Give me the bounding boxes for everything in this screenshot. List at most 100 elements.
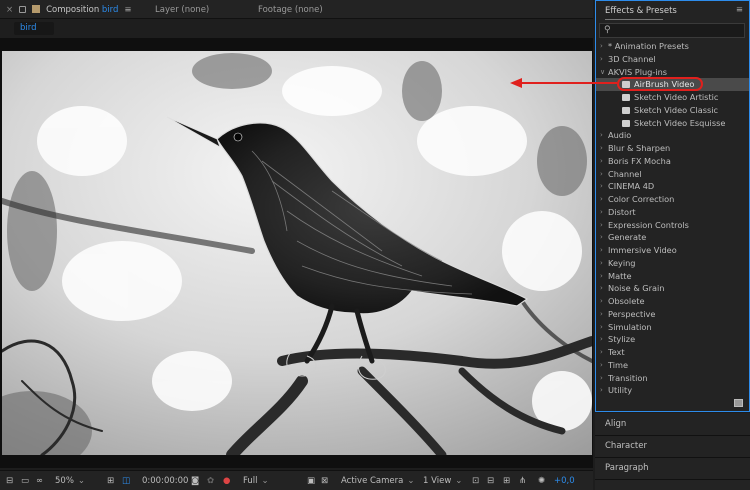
tab-composition[interactable]: × Composition bird ≡ [6,4,132,20]
effect-category[interactable]: › Channel [596,168,749,181]
chevron-right-icon[interactable]: › [600,206,603,219]
effect-label: Channel [608,168,642,179]
effects-search-input[interactable]: ⚲ [599,23,745,38]
panel-character[interactable]: Character [605,441,647,451]
chevron-right-icon[interactable]: › [600,372,603,385]
effect-label: Time [608,359,629,370]
view-layout-dropdown[interactable]: 1 View [423,475,462,487]
chevron-right-icon[interactable]: › [600,231,603,244]
mask-visibility-icon[interactable]: ◫ [122,475,130,487]
composition-viewer[interactable] [0,38,593,468]
timecode[interactable]: 0:00:00:00 [142,475,188,487]
chevron-right-icon[interactable]: › [600,257,603,270]
effect-category[interactable]: › CINEMA 4D [596,180,749,193]
new-preset-icon[interactable] [734,399,743,407]
close-tab-icon[interactable]: × [6,5,13,15]
effect-category[interactable]: › Distort [596,206,749,219]
chevron-right-icon[interactable]: › [600,180,603,193]
effect-category[interactable]: › Text [596,346,749,359]
chevron-right-icon[interactable]: › [600,346,603,359]
camera-dropdown[interactable]: Active Camera [341,475,414,487]
chevron-right-icon[interactable]: › [600,244,603,257]
effect-label: Perspective [608,308,656,319]
effect-category[interactable]: › Stylize [596,333,749,346]
effect-category[interactable]: › Matte [596,270,749,283]
panel-align[interactable]: Align [605,419,626,429]
chevron-right-icon[interactable]: › [600,270,603,283]
effect-icon [622,94,630,101]
effect-icon [622,119,630,127]
panel-menu-icon[interactable]: ≡ [736,5,743,15]
chevron-right-icon[interactable]: › [600,168,603,181]
chevron-right-icon[interactable]: › [600,193,603,206]
flowchart-icon[interactable]: ⋔ [519,475,526,487]
tab-footage[interactable]: Footage (none) [258,4,323,16]
transparency-grid-icon[interactable]: ⊠ [321,475,328,487]
effect-category[interactable]: › 3D Channel [596,53,749,66]
effect-label: 3D Channel [608,53,656,64]
effect-label: Distort [608,206,636,217]
chevron-right-icon[interactable]: › [600,282,603,295]
effect-label: Expression Controls [608,219,689,230]
always-preview-icon[interactable]: ⊟ [6,475,13,487]
effect-category[interactable]: › Color Correction [596,193,749,206]
resolution-dropdown[interactable]: Full [243,475,269,487]
chevron-right-icon[interactable]: › [600,142,603,155]
effect-category[interactable]: › Perspective [596,308,749,321]
effect-category[interactable]: › Immersive Video [596,244,749,257]
effect-label: Sketch Video Artistic [634,92,719,102]
chevron-right-icon[interactable]: › [600,40,603,53]
effect-category[interactable]: › Blur & Sharpen [596,142,749,155]
effect-label: Sketch Video Esquisse [634,117,726,128]
snapshot-icon[interactable]: ◙ [191,475,199,487]
show-snapshot-icon[interactable]: ✿ [207,475,214,487]
effect-item[interactable]: Sketch Video Classic [596,104,749,117]
grid-icon[interactable]: ⊞ [107,475,114,487]
exposure-reset-icon[interactable]: ✺ [538,475,545,487]
effect-category[interactable]: › Simulation [596,321,749,334]
vr-goggles-icon[interactable]: ∞ [36,475,43,487]
effect-category[interactable]: › Time [596,359,749,372]
breadcrumb-bar: bird [0,19,593,38]
effect-category[interactable]: › * Animation Presets [596,40,749,53]
chevron-right-icon[interactable]: › [600,308,603,321]
breadcrumb[interactable]: bird [14,22,54,35]
panel-paragraph[interactable]: Paragraph [605,463,649,473]
chevron-right-icon[interactable]: › [600,295,603,308]
effect-label: Simulation [608,321,652,332]
chevron-right-icon[interactable]: › [600,129,603,142]
chevron-right-icon[interactable]: › [600,219,603,232]
effect-category[interactable]: › Generate [596,231,749,244]
chevron-right-icon[interactable]: › [600,359,603,372]
effect-category[interactable]: › Audio [596,129,749,142]
effect-category[interactable]: › Expression Controls [596,219,749,232]
panel-title[interactable]: Effects & Presets [605,6,677,16]
effect-category[interactable]: › Obsolete [596,295,749,308]
effect-category[interactable]: › Keying [596,257,749,270]
fast-previews-icon[interactable]: ⊟ [487,475,494,487]
toggle-pixel-aspect-icon[interactable]: ⊡ [472,475,479,487]
region-of-interest-icon[interactable]: ▣ [307,475,315,487]
zoom-dropdown[interactable]: 50% [55,475,85,487]
effect-label: Boris FX Mocha [608,155,671,166]
lock-icon[interactable] [19,6,27,13]
chevron-right-icon[interactable]: › [600,155,603,168]
divider [595,479,750,480]
effect-category[interactable]: › Boris FX Mocha [596,155,749,168]
chevron-right-icon[interactable]: › [600,53,603,66]
tab-layer[interactable]: Layer (none) [155,4,209,16]
exposure-value[interactable]: +0,0 [554,475,575,487]
chevron-right-icon[interactable]: › [600,333,603,346]
channel-icon[interactable]: ● [223,475,230,487]
tab-composition-name: bird [101,5,119,15]
monitor-icon[interactable]: ▭ [21,475,29,487]
chevron-right-icon[interactable]: › [600,321,603,334]
timeline-icon[interactable]: ⊞ [503,475,510,487]
effect-category[interactable]: › Utility [596,384,749,397]
effect-item[interactable]: Sketch Video Esquisse [596,117,749,130]
chevron-right-icon[interactable]: › [600,384,603,397]
panel-menu-icon[interactable]: ≡ [124,5,131,15]
effect-category[interactable]: › Transition [596,372,749,385]
effect-category[interactable]: › Noise & Grain [596,282,749,295]
bird-sketch-render [2,51,592,455]
